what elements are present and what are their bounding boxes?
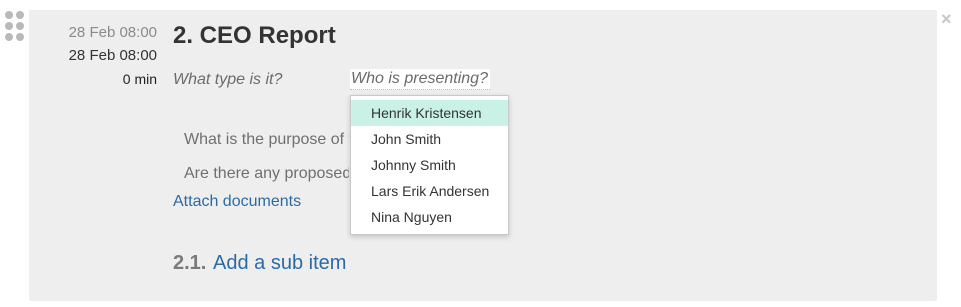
presenter-option[interactable]: John Smith [351,126,508,152]
item-type-field[interactable]: What type is it? [173,71,282,89]
purpose-question[interactable]: What is the purpose of t [184,131,349,149]
add-sub-item-link[interactable]: Add a sub item [213,252,346,275]
presenter-option[interactable]: Nina Nguyen [351,204,508,230]
drag-handle-icon[interactable] [5,11,25,51]
attach-documents-link[interactable]: Attach documents [173,193,301,211]
sub-item-number: 2.1. [173,252,207,274]
presenter-option[interactable]: Johnny Smith [351,152,508,178]
presenter-option[interactable]: Lars Erik Andersen [351,178,508,204]
presenter-field[interactable]: Who is presenting? [350,69,490,90]
drag-dot [5,33,13,41]
drag-dot [5,11,13,19]
drag-dot [16,11,24,19]
start-time: 28 Feb 08:00 [68,24,157,41]
drag-dot [5,22,13,30]
duration: 0 min [122,71,157,87]
end-time: 28 Feb 08:00 [68,47,157,64]
close-icon[interactable]: × [941,9,952,29]
presenter-dropdown: Henrik Kristensen John Smith Johnny Smit… [350,95,509,235]
drag-dot [16,33,24,41]
presenter-option[interactable]: Henrik Kristensen [351,100,508,126]
drag-dot [16,22,24,30]
agenda-item-title[interactable]: 2. CEO Report [173,22,336,50]
proposals-question[interactable]: Are there any proposed [184,165,349,183]
